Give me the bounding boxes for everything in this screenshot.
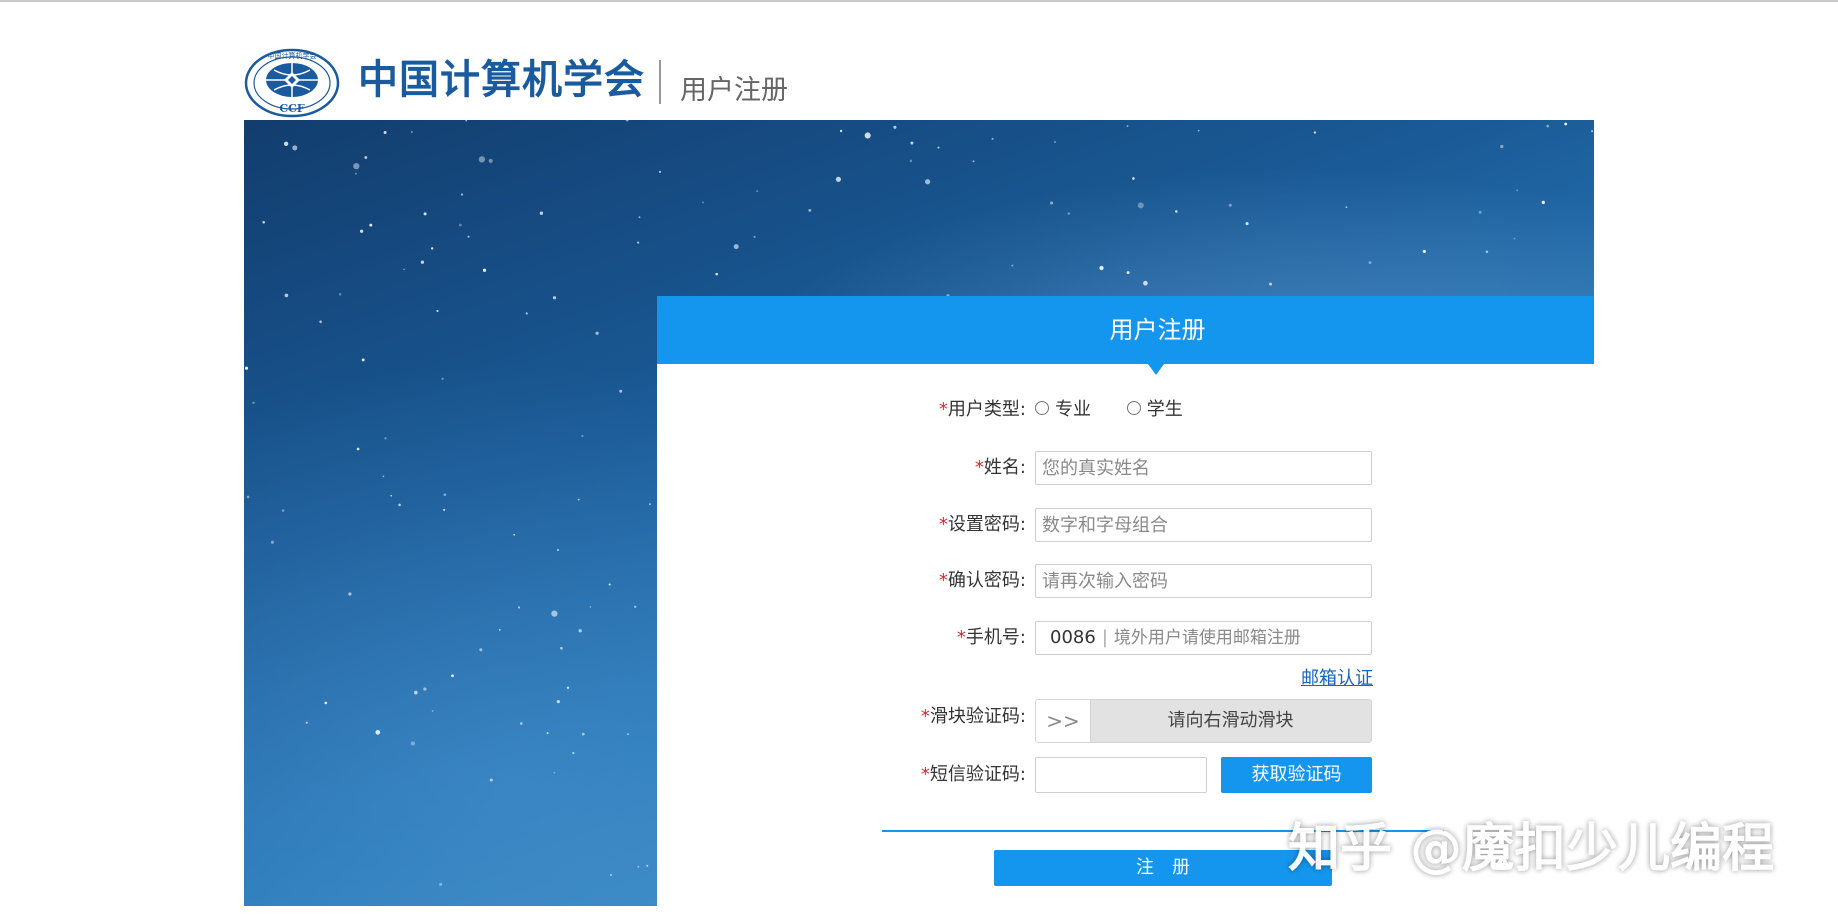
email-verify-link[interactable]: 邮箱认证: [1301, 664, 1373, 690]
required-mark: *: [938, 570, 948, 591]
confirm-password-input[interactable]: [1035, 564, 1372, 598]
sms-code-row: *短信验证码: 获取验证码: [657, 757, 1594, 797]
header-divider: [659, 60, 661, 104]
required-mark: *: [920, 764, 930, 785]
card-title: 用户注册: [657, 296, 1594, 364]
radio-circle-icon[interactable]: [1126, 401, 1141, 415]
slider-handle-icon[interactable]: >>: [1036, 700, 1091, 742]
get-sms-code-button[interactable]: 获取验证码: [1221, 757, 1372, 793]
password-input[interactable]: [1035, 508, 1372, 542]
slider-hint: 请向右滑动滑块: [1167, 710, 1294, 731]
name-row: *姓名:: [657, 451, 1594, 491]
phone-row: *手机号: 0086 |: [657, 621, 1594, 661]
phone-field[interactable]: 0086 |: [1035, 621, 1372, 655]
header-subtitle: 用户注册: [680, 75, 788, 106]
user-type-row: *用户类型: 专业 学生: [657, 392, 1594, 432]
name-label: *姓名:: [975, 450, 1026, 486]
radio-professional-label: 专业: [1055, 399, 1091, 420]
required-mark: *: [920, 706, 930, 727]
user-type-label: *用户类型:: [939, 392, 1026, 428]
country-code: 0086: [1050, 627, 1096, 648]
top-border: [0, 0, 1838, 2]
slider-captcha-row: *滑块验证码: >> 请向右滑动滑块: [657, 699, 1594, 743]
required-mark: *: [956, 627, 966, 648]
zhihu-watermark: 知乎 @魔扣少儿编程: [1288, 819, 1775, 879]
required-mark: *: [938, 399, 948, 420]
radio-student-label: 学生: [1146, 399, 1183, 420]
radio-circle-icon[interactable]: [1035, 401, 1049, 415]
slider-captcha-label-text: 滑块验证码:: [929, 706, 1026, 727]
phone-label: *手机号:: [957, 620, 1026, 656]
phone-input[interactable]: [1113, 623, 1314, 653]
sms-code-label-text: 短信验证码:: [929, 764, 1026, 785]
slider-captcha[interactable]: >> 请向右滑动滑块: [1035, 699, 1372, 743]
user-type-radio-group: 专业 学生: [1035, 392, 1213, 428]
radio-student[interactable]: 学生: [1126, 392, 1183, 428]
register-button[interactable]: 注册: [994, 850, 1332, 886]
org-name: 中国计算机学会: [358, 57, 645, 103]
name-input[interactable]: [1035, 451, 1372, 485]
site-header: CCF 中国计算机学会 中国计算机学会 用户注册: [244, 46, 1594, 118]
confirm-password-row: *确认密码:: [657, 564, 1594, 604]
ccf-logo[interactable]: CCF 中国计算机学会: [244, 48, 340, 118]
card-title-arrow: [1148, 364, 1164, 375]
password-label: *设置密码:: [939, 507, 1026, 543]
password-row: *设置密码:: [657, 508, 1594, 548]
confirm-password-label-text: 确认密码:: [947, 570, 1026, 591]
radio-professional[interactable]: 专业: [1035, 392, 1091, 428]
logo-text: CCF: [279, 102, 305, 115]
phone-label-text: 手机号:: [965, 627, 1026, 648]
starfield-background: 用户注册 *用户类型: 专业 学生 *姓名: *设置密码: *确认密码: *手: [244, 120, 1594, 906]
slider-captcha-label: *滑块验证码:: [921, 699, 1026, 735]
confirm-password-label: *确认密码:: [939, 563, 1026, 599]
sms-code-input[interactable]: [1035, 757, 1207, 793]
country-code-separator: |: [1101, 627, 1108, 648]
logo-ring-text: 中国计算机学会: [268, 51, 317, 60]
password-label-text: 设置密码:: [947, 514, 1026, 535]
required-mark: *: [938, 514, 948, 535]
sms-code-label: *短信验证码:: [921, 757, 1026, 793]
name-label-text: 姓名:: [983, 457, 1026, 478]
user-type-label-text: 用户类型:: [947, 399, 1026, 420]
required-mark: *: [974, 457, 984, 478]
